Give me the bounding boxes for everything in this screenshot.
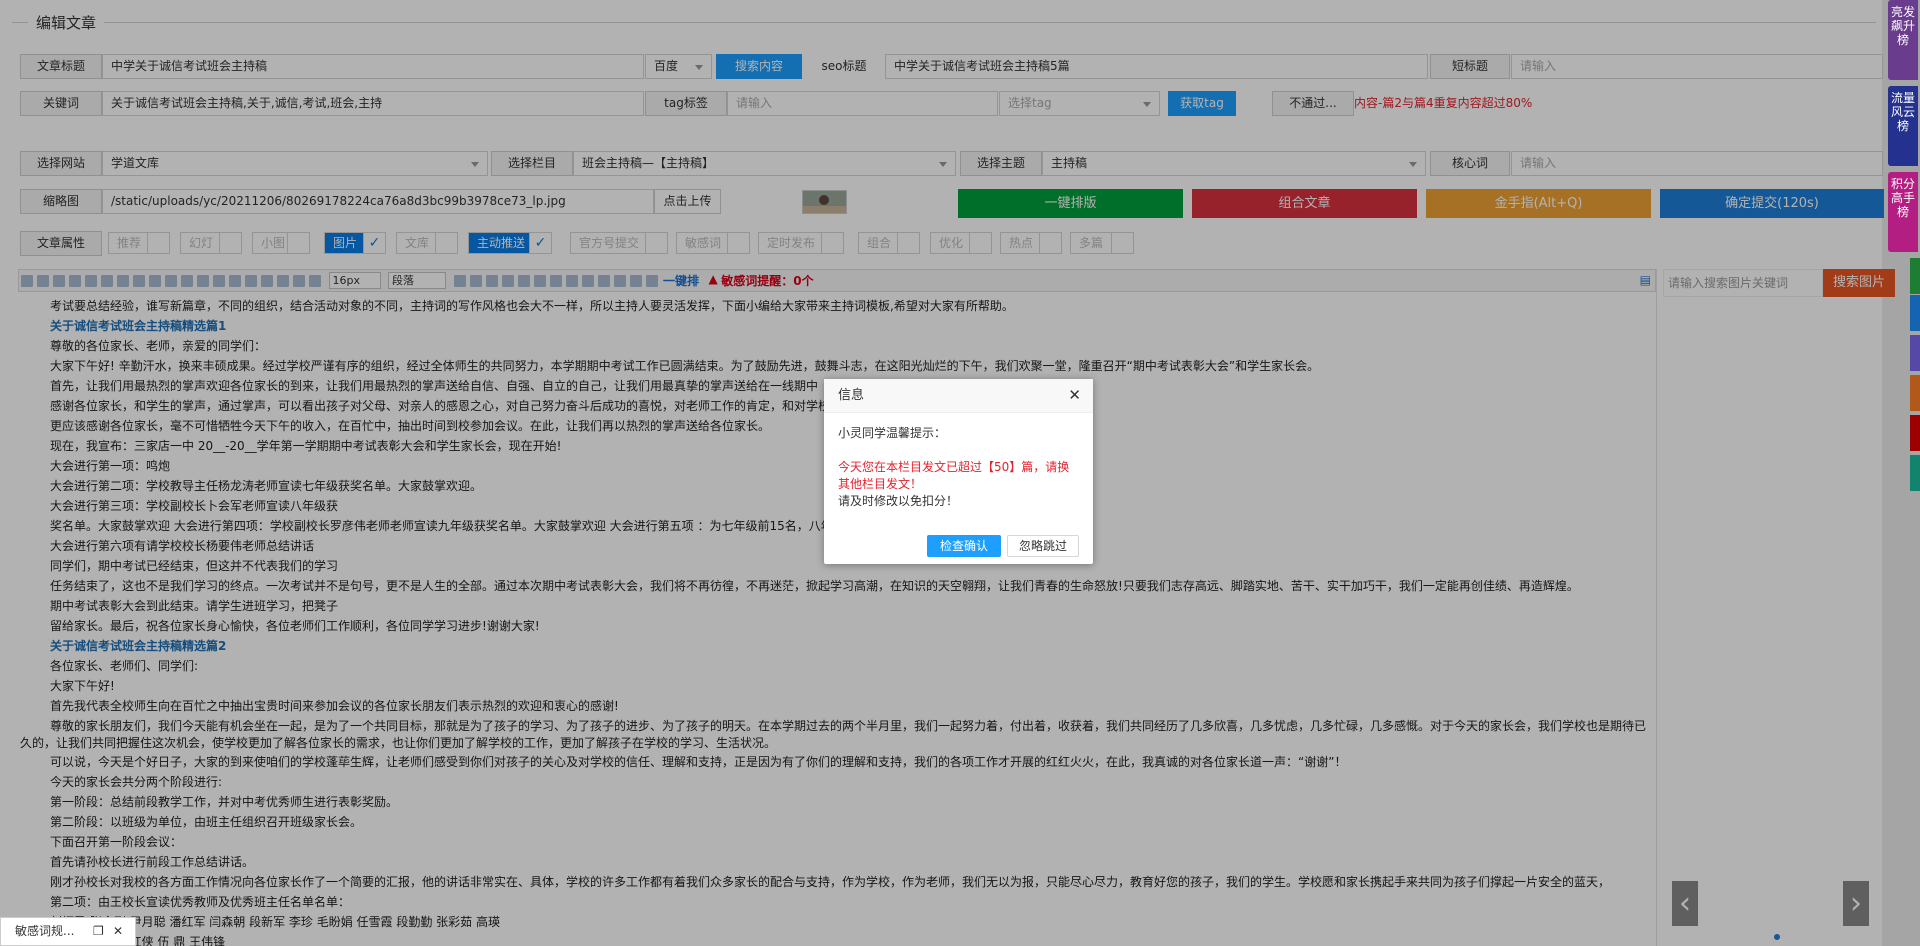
rank-tab-label: 积分高手榜 [1890, 177, 1915, 219]
dialog-warning: 今天您在本栏目发文已超过【50】篇，请换其他栏目发文！ [838, 460, 1070, 491]
check-confirm-button[interactable]: 检查确认 [927, 535, 1001, 557]
rank-tab-rising[interactable]: 亮发飙升榜 [1888, 0, 1918, 80]
dialog-title: 信息 [824, 379, 1093, 413]
dialog-body: 小灵同学温馨提示： 今天您在本栏目发文已超过【50】篇，请换其他栏目发文！ 请及… [824, 413, 1093, 522]
dialog-note: 请及时修改以免扣分！ [838, 494, 959, 508]
rank-tab-label: 亮发飙升榜 [1890, 5, 1915, 47]
dialog-greeting: 小灵同学温馨提示： [838, 426, 947, 440]
minimized-window[interactable]: 敏感词规... ❐ ✕ [0, 917, 136, 946]
rank-tab-label: 流量风云榜 [1890, 91, 1915, 133]
ignore-skip-button[interactable]: 忽略跳过 [1007, 535, 1079, 557]
close-icon[interactable]: ✕ [1068, 387, 1081, 403]
info-dialog: 信息 ✕ 小灵同学温馨提示： 今天您在本栏目发文已超过【50】篇，请换其他栏目发… [824, 379, 1093, 564]
minimized-title: 敏感词规... [15, 924, 75, 938]
close-icon[interactable]: ✕ [113, 918, 123, 945]
restore-icon[interactable]: ❐ [93, 918, 104, 945]
rank-tab-points[interactable]: 积分高手榜 [1888, 172, 1918, 252]
rank-tab-traffic[interactable]: 流量风云榜 [1888, 86, 1918, 166]
